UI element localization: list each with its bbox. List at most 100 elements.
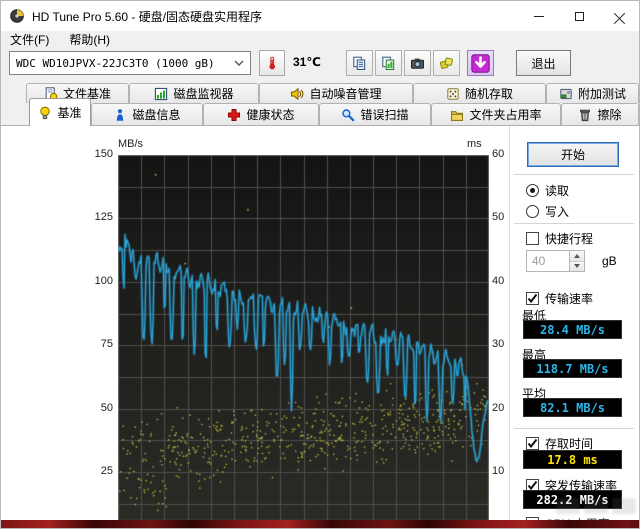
app-icon: [10, 9, 24, 23]
start-button[interactable]: 开始: [527, 142, 619, 167]
left-axis-tick: 125: [94, 211, 113, 224]
access-time-checkbox[interactable]: [526, 437, 539, 450]
left-axis-tick: 50: [100, 401, 113, 414]
tab-benchmark[interactable]: 基准: [29, 98, 91, 126]
health-cross-icon: [228, 108, 241, 121]
check-icon: [527, 293, 538, 304]
separator: [514, 428, 634, 430]
read-radio-label: 读取: [545, 184, 570, 198]
quick-test-label: 快捷行程: [545, 232, 594, 246]
write-radio-row[interactable]: 写入: [526, 203, 569, 220]
close-icon: [613, 11, 625, 24]
tab-label: 错误扫描: [360, 108, 409, 122]
cpu-usage-label: CPU 占用率: [545, 515, 610, 520]
exit-button[interactable]: 退出: [516, 50, 571, 76]
chart-area: MB/s ms 150 125 100 75 50 25 60 50 40 30 20 10: [1, 126, 509, 520]
transfer-rate-row[interactable]: 传输速率: [526, 290, 593, 307]
right-axis-tick: 40: [492, 274, 505, 287]
access-time-value: 17.8 ms: [547, 452, 598, 467]
menu-help[interactable]: 帮助(H): [69, 31, 110, 48]
save-results-icon: [439, 57, 453, 69]
random-access-icon: [447, 87, 459, 100]
temperature-value: 31℃: [293, 55, 321, 69]
copy-text-button[interactable]: [346, 50, 373, 76]
screenshot-button[interactable]: [404, 50, 431, 76]
spin-up-button[interactable]: [570, 251, 584, 262]
tab-folder-usage[interactable]: 文件夹占用率: [431, 103, 561, 125]
transfer-rate-label: 传输速率: [545, 292, 594, 306]
toolbar: WDC WD10JPVX-22JC3T0 (1000 gB) 31℃ 退出: [1, 47, 639, 81]
menubar: 文件(F) 帮助(H): [1, 31, 639, 47]
min-value: 28.4 MB/s: [539, 322, 606, 337]
copy-image-button[interactable]: [375, 50, 402, 76]
tab-disk-info[interactable]: 磁盘信息: [91, 103, 203, 125]
tabstrip: 文件基准 磁盘监视器 自动噪音管理 随机存取 附加测试 基准 磁盘信息 健康状态…: [1, 81, 639, 126]
error-scan-icon: [342, 108, 355, 121]
download-button[interactable]: [467, 50, 494, 76]
right-axis-tick: 30: [492, 338, 505, 351]
write-radio-label: 写入: [545, 205, 570, 219]
maximize-button[interactable]: [559, 1, 599, 31]
tab-aam[interactable]: 自动噪音管理: [259, 83, 413, 103]
drive-select[interactable]: WDC WD10JPVX-22JC3T0 (1000 gB): [9, 51, 251, 75]
spin-up-icon: [574, 253, 580, 258]
cpu-usage-row[interactable]: CPU 占用率: [526, 515, 610, 520]
watermark: [556, 498, 636, 514]
extra-tests-icon: [560, 88, 572, 99]
maximize-icon: [574, 11, 584, 21]
save-results-button[interactable]: [433, 50, 460, 76]
avg-value: 82.1 MB/s: [539, 400, 606, 415]
temperature-button[interactable]: [259, 50, 285, 76]
transfer-rate-checkbox[interactable]: [526, 292, 539, 305]
spin-down-icon: [574, 264, 580, 269]
write-radio[interactable]: [526, 205, 539, 218]
quick-size-input[interactable]: [526, 250, 570, 272]
tab-erase[interactable]: 擦除: [561, 103, 639, 125]
start-button-label: 开始: [560, 148, 585, 162]
aam-speaker-icon: [291, 87, 304, 100]
right-axis-unit: ms: [467, 138, 482, 150]
benchmark-plot: [118, 155, 489, 520]
left-axis-tick: 25: [100, 465, 113, 477]
content: MB/s ms 150 125 100 75 50 25 60 50 40 30 20 10 开始 读…: [1, 125, 639, 520]
minimize-button[interactable]: [519, 1, 559, 31]
quick-test-checkbox[interactable]: [526, 232, 539, 245]
min-value-box: 28.4 MB/s: [523, 320, 622, 339]
spin-down-button[interactable]: [570, 261, 584, 271]
tab-extra-tests[interactable]: 附加测试: [546, 83, 639, 103]
minimize-icon: [534, 15, 544, 17]
tab-label: 文件夹占用率: [469, 108, 542, 122]
right-axis-tick: 10: [492, 465, 505, 477]
disk-info-icon: [117, 108, 124, 121]
tab-disk-monitor[interactable]: 磁盘监视器: [129, 83, 259, 103]
tab-error-scan[interactable]: 错误扫描: [319, 103, 431, 125]
tab-label: 基准: [57, 106, 82, 120]
exit-button-label: 退出: [531, 56, 556, 71]
close-button[interactable]: [599, 1, 639, 31]
camera-icon: [411, 58, 424, 69]
left-axis-unit: MB/s: [118, 138, 144, 150]
tab-label: 附加测试: [577, 87, 626, 101]
folder-usage-icon: [451, 110, 464, 121]
control-panel: 开始 读取 写入 快捷行程 gB: [510, 126, 639, 520]
separator: [514, 223, 634, 225]
read-radio-row[interactable]: 读取: [526, 182, 569, 199]
erase-trash-icon: [580, 109, 591, 121]
size-unit-label: gB: [602, 254, 617, 268]
quick-test-row[interactable]: 快捷行程: [526, 230, 593, 247]
tab-label: 擦除: [597, 108, 622, 122]
quick-size-stepper: [526, 250, 585, 272]
tab-random-access[interactable]: 随机存取: [413, 83, 546, 103]
separator: [514, 174, 634, 176]
right-axis-tick: 20: [492, 401, 505, 414]
benchmark-bulb-icon: [40, 106, 51, 119]
thermometer-icon: [269, 56, 275, 70]
read-radio[interactable]: [526, 184, 539, 197]
cpu-usage-checkbox[interactable]: [526, 517, 539, 520]
copy-image-icon: [382, 56, 395, 70]
menu-file[interactable]: 文件(F): [10, 31, 49, 48]
tab-label: 随机存取: [464, 87, 513, 101]
left-axis-tick: 75: [100, 338, 113, 351]
max-value: 118.7 MB/s: [536, 361, 609, 376]
tab-health[interactable]: 健康状态: [203, 103, 319, 125]
